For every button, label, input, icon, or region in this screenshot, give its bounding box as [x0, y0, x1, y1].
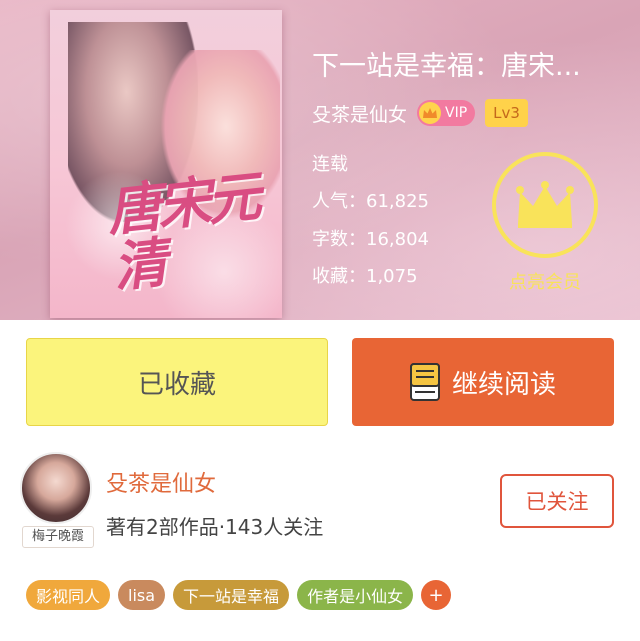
tag-item[interactable]: lisa — [118, 580, 166, 610]
tag-item[interactable]: 作者是小仙女 — [297, 580, 414, 610]
book-word-count: 字数：16,804 — [312, 229, 429, 250]
level-badge: Lv3 — [485, 99, 528, 127]
vip-member-button[interactable] — [492, 152, 598, 258]
book-icon — [409, 363, 440, 401]
tag-list: 影视同人 lisa 下一站是幸福 作者是小仙女 + — [26, 580, 452, 610]
vip-member-label[interactable]: 点亮会员 — [492, 268, 598, 294]
following-button[interactable]: 已关注 — [500, 474, 614, 528]
continue-reading-label: 继续阅读 — [451, 369, 556, 400]
author-name[interactable]: 殳茶是仙女 — [106, 466, 216, 498]
cover-title: 唐宋元清 — [104, 164, 261, 300]
book-status: 连载 — [312, 154, 348, 175]
book-author[interactable]: 殳茶是仙女 — [312, 100, 407, 127]
add-tag-button[interactable]: + — [421, 580, 452, 610]
favorited-button[interactable]: 已收藏 — [26, 338, 328, 426]
vip-crown-icon — [419, 102, 442, 124]
book-header: 唐宋元清 下一站是幸福：唐宋... 殳茶是仙女 VIP Lv3 连载 人气：61… — [0, 0, 640, 320]
tag-item[interactable]: 影视同人 — [26, 580, 111, 610]
book-title: 下一站是幸福：唐宋... — [312, 51, 581, 82]
author-info: 著有2部作品·143人关注 — [106, 515, 324, 539]
book-favorites: 收藏：1,075 — [312, 266, 418, 287]
author-avatar-wrap[interactable]: 梅子晚霞 — [20, 452, 94, 548]
book-cover[interactable]: 唐宋元清 — [50, 10, 282, 318]
avatar[interactable] — [20, 452, 92, 524]
vip-label: VIP — [445, 105, 468, 121]
avatar-tag: 梅子晚霞 — [22, 526, 94, 548]
book-popularity: 人气：61,825 — [312, 191, 429, 212]
continue-reading-button[interactable]: 继续阅读 — [352, 338, 614, 426]
crown-icon — [516, 181, 574, 228]
crown-small-icon — [423, 108, 438, 118]
author-row: 殳茶是仙女 VIP Lv3 — [312, 98, 528, 128]
vip-badge: VIP — [417, 100, 476, 126]
tag-item[interactable]: 下一站是幸福 — [173, 580, 290, 610]
